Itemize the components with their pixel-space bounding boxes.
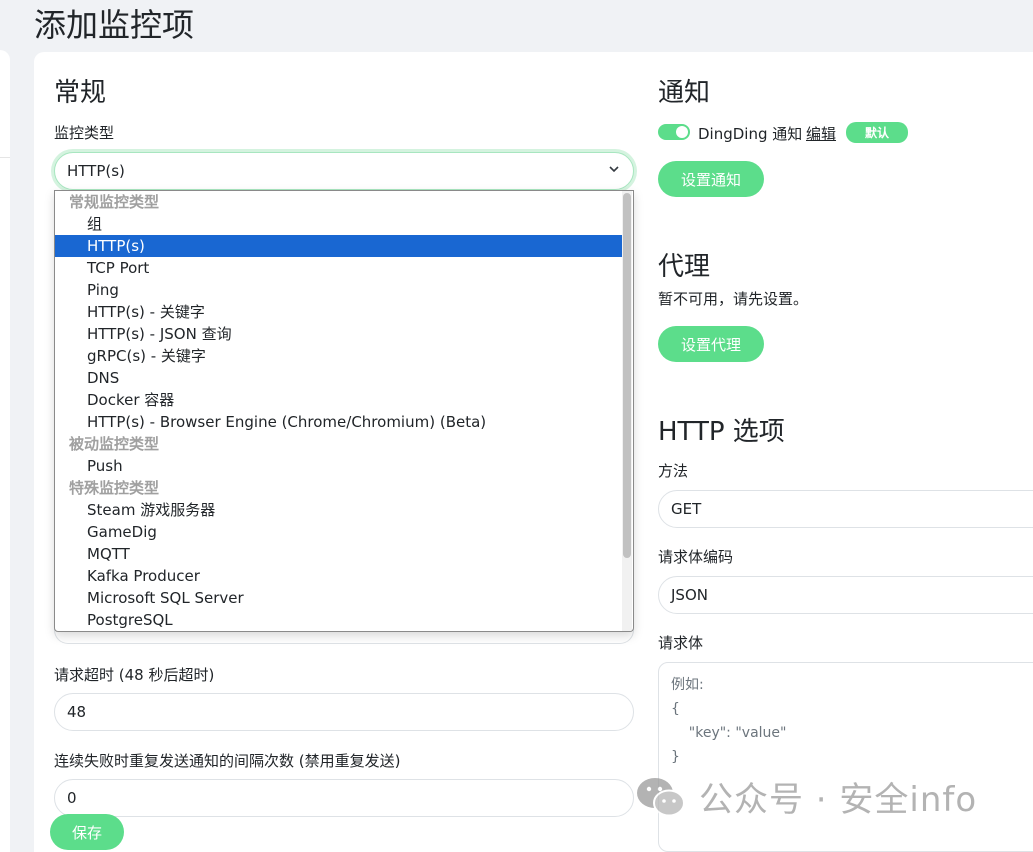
dropdown-option[interactable]: Docker 容器 xyxy=(55,389,624,411)
sidebar-divider xyxy=(0,157,10,158)
sidebar-panel xyxy=(0,50,10,852)
notification-toggle[interactable] xyxy=(658,124,690,140)
toggle-knob xyxy=(676,126,688,138)
dropdown-group-label: 特殊监控类型 xyxy=(69,479,160,497)
dropdown-option[interactable]: HTTP(s) - Browser Engine (Chrome/Chromiu… xyxy=(55,411,624,433)
dropdown-option[interactable]: PostgreSQL xyxy=(55,609,624,631)
request-body-label: 请求体 xyxy=(658,634,704,652)
setup-proxy-button[interactable]: 设置代理 xyxy=(658,326,764,362)
monitor-type-value: HTTP(s) xyxy=(67,162,125,180)
resend-interval-input[interactable]: 0 xyxy=(54,779,634,817)
dropdown-option[interactable]: Kafka Producer xyxy=(55,565,624,587)
setup-notification-button[interactable]: 设置通知 xyxy=(658,161,764,197)
watermark-text: 公众号 · 安全info xyxy=(699,780,978,820)
dropdown-option[interactable]: DNS xyxy=(55,367,624,389)
dropdown-option[interactable]: MQTT xyxy=(55,543,624,565)
notification-edit-link[interactable]: 编辑 xyxy=(806,123,836,144)
timeout-input[interactable]: 48 xyxy=(54,693,634,731)
resend-interval-value: 0 xyxy=(67,789,77,807)
dropdown-scrollbar[interactable] xyxy=(622,191,632,631)
method-label: 方法 xyxy=(658,462,689,480)
dropdown-option[interactable]: 组 xyxy=(55,213,624,235)
monitor-type-select[interactable]: HTTP(s) xyxy=(54,152,634,190)
monitor-type-label: 监控类型 xyxy=(54,124,115,142)
dropdown-option[interactable]: HTTP(s) - 关键字 xyxy=(55,301,624,323)
wechat-logo-icon xyxy=(637,777,685,816)
default-badge: 默认 xyxy=(846,122,908,143)
http-options-heading: HTTP 选项 xyxy=(658,417,785,447)
dropdown-option[interactable]: HTTP(s) - JSON 查询 xyxy=(55,323,624,345)
dropdown-option[interactable]: TCP Port xyxy=(55,257,624,279)
method-value: GET xyxy=(671,500,702,518)
watermark: 公众号 · 安全info xyxy=(635,772,977,821)
timeout-label: 请求超时 (48 秒后超时) xyxy=(54,666,215,684)
monitor-type-dropdown[interactable]: 常规监控类型组 HTTP(s) TCP Port Ping HTTP(s) - 关键字 H… xyxy=(54,190,634,632)
dropdown-option[interactable]: Steam 游戏服务器 xyxy=(55,499,624,521)
scrollbar-thumb[interactable] xyxy=(623,193,631,558)
dropdown-option[interactable]: Push xyxy=(55,455,624,477)
dropdown-option[interactable]: gRPC(s) - 关键字 xyxy=(55,345,624,367)
proxy-unavailable-text: 暂不可用，请先设置。 xyxy=(658,290,809,308)
general-heading: 常规 xyxy=(54,78,107,108)
dropdown-group-label: 被动监控类型 xyxy=(69,435,160,453)
notification-item-name: DingDing 通知 xyxy=(698,125,803,143)
body-encoding-label: 请求体编码 xyxy=(658,548,734,566)
body-encoding-value: JSON xyxy=(671,586,708,604)
dropdown-option[interactable]: HTTP(s) xyxy=(55,235,624,257)
proxy-heading: 代理 xyxy=(658,252,711,282)
dropdown-options: 常规监控类型组 HTTP(s) TCP Port Ping HTTP(s) - 关键字 H… xyxy=(55,191,624,631)
dropdown-group-label: 常规监控类型 xyxy=(69,193,160,211)
timeout-value: 48 xyxy=(67,703,87,721)
page-title: 添加监控项 xyxy=(34,6,195,44)
dropdown-option[interactable]: Microsoft SQL Server xyxy=(55,587,624,609)
request-body-textarea[interactable]: 例如: { "key": "value" } xyxy=(658,662,1033,852)
save-button[interactable]: 保存 xyxy=(50,814,124,850)
method-select[interactable]: GET xyxy=(658,490,1033,528)
dropdown-option[interactable]: Ping xyxy=(55,279,624,301)
body-encoding-select[interactable]: JSON xyxy=(658,576,1033,614)
chevron-down-icon xyxy=(609,166,619,173)
dropdown-option[interactable]: GameDig xyxy=(55,521,624,543)
resend-interval-label: 连续失败时重复发送通知的间隔次数 (禁用重复发送) xyxy=(54,752,401,770)
notification-heading: 通知 xyxy=(658,78,711,108)
